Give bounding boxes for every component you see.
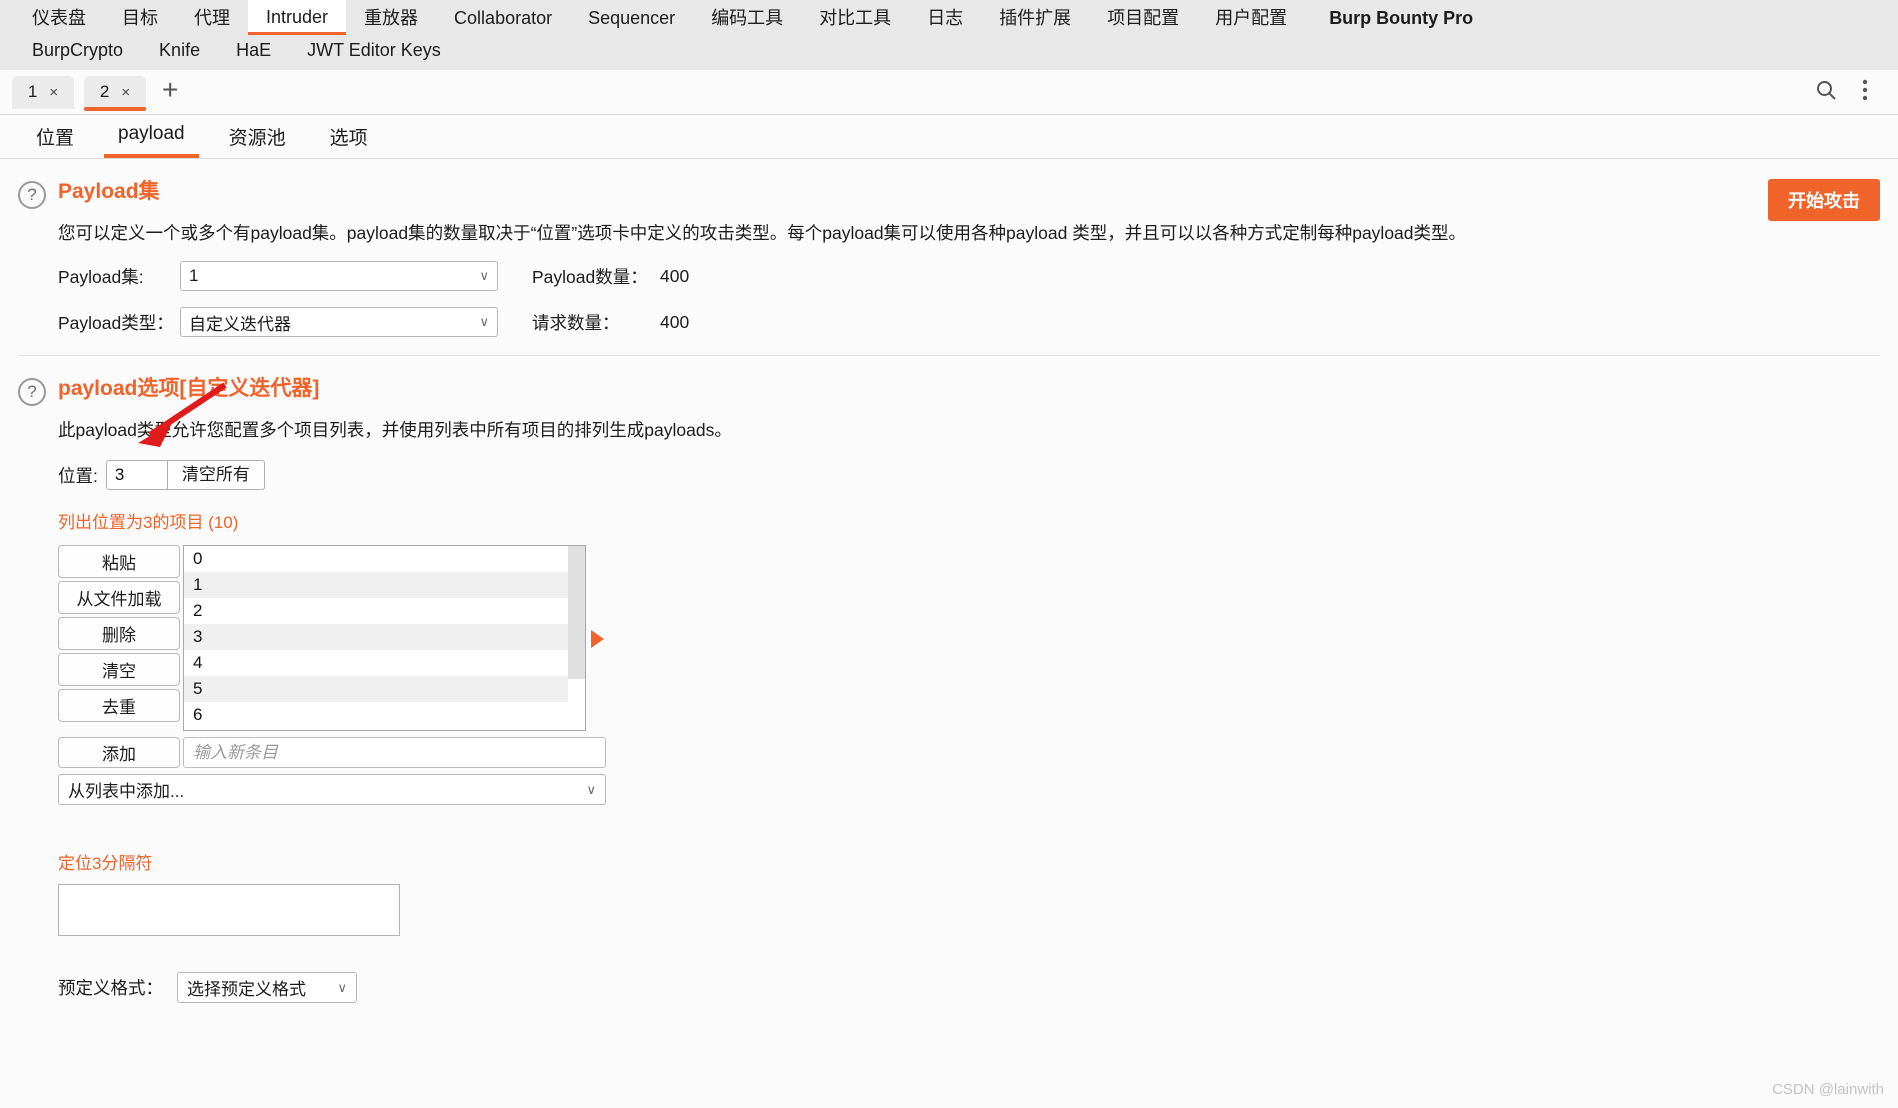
list-item[interactable]: 5 — [184, 676, 585, 702]
payload-set-row: Payload集: 1 ∨ Payload数量： 400 — [58, 261, 1898, 291]
menu-item-proxy[interactable]: 代理 — [176, 0, 248, 29]
payload-set-value: 1 — [189, 266, 199, 285]
add-from-list-label: 从列表中添加... — [68, 782, 185, 801]
payload-options-section: ? payload选项[自定义迭代器] 此payload类型允许您配置多个项目列… — [0, 356, 1898, 1009]
list-action-buttons: 粘贴 从文件加载 删除 清空 去重 — [58, 545, 180, 731]
close-icon[interactable]: × — [49, 84, 58, 101]
menu-item-jwt-editor-keys[interactable]: JWT Editor Keys — [289, 35, 459, 61]
list-vertical-scrollbar[interactable] — [568, 546, 585, 730]
attack-tab-2-label: 2 — [99, 82, 110, 101]
predefined-format-value: 选择预定义格式 — [187, 980, 306, 999]
separator-label: 定位3分隔符 — [58, 854, 153, 873]
request-count-value: 400 — [660, 311, 690, 332]
menu-item-knife[interactable]: Knife — [141, 35, 218, 61]
payload-set-select[interactable]: 1 ∨ — [180, 261, 498, 291]
menu-item-user-settings[interactable]: 用户配置 — [1197, 0, 1305, 29]
kebab-menu-icon[interactable] — [1850, 79, 1880, 106]
attack-tab-2[interactable]: 2 × — [84, 75, 146, 111]
payload-count-label: Payload数量： — [532, 266, 648, 287]
scrollbar-thumb[interactable] — [568, 546, 585, 679]
sub-tab-settings[interactable]: 选项 — [308, 115, 390, 158]
predefined-format-select[interactable]: 选择预定义格式 ∨ — [177, 972, 357, 1003]
main-menu-row-1: 仪表盘 目标 代理 Intruder 重放器 Collaborator Sequ… — [14, 0, 1898, 35]
load-from-file-button[interactable]: 从文件加载 — [58, 581, 180, 614]
menu-item-logger[interactable]: 日志 — [909, 0, 981, 29]
list-caption: 列出位置为3的项目 (10) — [58, 513, 239, 532]
attack-tab-1-label: 1 — [27, 82, 38, 101]
intruder-sub-tabs: 位置 payload 资源池 选项 — [0, 115, 1898, 159]
menu-item-dashboard[interactable]: 仪表盘 — [14, 0, 104, 29]
help-icon[interactable]: ? — [18, 378, 46, 406]
menu-item-sequencer[interactable]: Sequencer — [570, 0, 693, 29]
payload-sets-title: Payload集 — [58, 180, 160, 203]
search-icon[interactable] — [1802, 78, 1850, 107]
list-item[interactable]: 3 — [184, 624, 585, 650]
list-item[interactable]: 4 — [184, 650, 585, 676]
position-label: 位置: — [58, 465, 98, 486]
deduplicate-button[interactable]: 去重 — [58, 689, 180, 722]
sub-tab-positions[interactable]: 位置 — [14, 115, 96, 158]
menu-item-burpcrypto[interactable]: BurpCrypto — [14, 35, 141, 61]
position-row: 位置: 3 清空所有 — [58, 460, 1898, 490]
payload-type-value: 自定义迭代器 — [189, 314, 291, 334]
separator-textarea[interactable] — [58, 884, 400, 936]
request-count-label: 请求数量： — [532, 312, 620, 333]
menu-item-repeater[interactable]: 重放器 — [346, 0, 436, 29]
sub-tab-payload[interactable]: payload — [96, 115, 207, 158]
new-item-input[interactable]: 输入新条目 — [183, 737, 606, 768]
chevron-down-icon: ∨ — [479, 268, 489, 283]
attack-tab-bar: 1 × 2 × + — [0, 70, 1898, 115]
payload-count-value: 400 — [660, 265, 690, 286]
help-icon[interactable]: ? — [18, 181, 46, 209]
position-input[interactable]: 3 — [105, 460, 168, 490]
list-item[interactable]: 1 — [184, 572, 585, 598]
list-item[interactable]: 6 — [184, 702, 585, 728]
menu-item-intruder[interactable]: Intruder — [248, 0, 347, 35]
main-menu-row-2: BurpCrypto Knife HaE JWT Editor Keys — [14, 35, 1898, 70]
main-menu-bar: 仪表盘 目标 代理 Intruder 重放器 Collaborator Sequ… — [0, 0, 1898, 70]
payload-options-title: payload选项[自定义迭代器] — [58, 377, 320, 400]
watermark: CSDN @lainwith — [1772, 1081, 1884, 1098]
chevron-down-icon: ∨ — [337, 979, 347, 995]
add-item-row: 添加 输入新条目 — [58, 737, 1898, 768]
add-button[interactable]: 添加 — [58, 737, 180, 768]
chevron-down-icon: ∨ — [586, 781, 596, 797]
payload-options-description: 此payload类型允许您配置多个项目列表，并使用列表中所有项目的排列生成pay… — [58, 420, 732, 440]
add-from-list-select[interactable]: 从列表中添加... ∨ — [58, 774, 606, 805]
payload-sets-description: 您可以定义一个或多个有payload集。payload集的数量取决于“位置”选项… — [58, 223, 1467, 243]
payload-type-select[interactable]: 自定义迭代器 ∨ — [180, 307, 498, 337]
sub-tab-resource-pool[interactable]: 资源池 — [207, 115, 308, 158]
clear-button[interactable]: 清空 — [58, 653, 180, 686]
menu-item-extensions[interactable]: 插件扩展 — [981, 0, 1089, 29]
triangle-right-marker-icon — [591, 630, 604, 648]
list-item[interactable]: 2 — [184, 598, 585, 624]
menu-item-collaborator[interactable]: Collaborator — [436, 0, 570, 29]
close-icon[interactable]: × — [121, 84, 130, 101]
predefined-format-label: 预定义格式： — [58, 978, 163, 998]
clear-all-button[interactable]: 清空所有 — [167, 460, 265, 490]
payload-type-label: Payload类型： — [58, 312, 174, 333]
new-tab-button[interactable]: + — [156, 76, 188, 108]
menu-item-decoder[interactable]: 编码工具 — [693, 0, 801, 29]
burp-suite-window: 仪表盘 目标 代理 Intruder 重放器 Collaborator Sequ… — [0, 0, 1898, 1108]
menu-item-hae[interactable]: HaE — [218, 35, 289, 61]
payload-item-list[interactable]: 0 1 2 3 4 5 6 — [183, 545, 586, 731]
remove-button[interactable]: 删除 — [58, 617, 180, 650]
predefined-format-row: 预定义格式： 选择预定义格式 ∨ — [58, 972, 1898, 1003]
menu-item-project-settings[interactable]: 项目配置 — [1089, 0, 1197, 29]
item-list-area: 粘贴 从文件加载 删除 清空 去重 0 1 2 3 4 5 6 — [58, 545, 1898, 731]
payload-sets-section: ? Payload集 您可以定义一个或多个有payload集。payload集的… — [0, 159, 1898, 343]
menu-item-burp-bounty-pro[interactable]: Burp Bounty Pro — [1305, 0, 1491, 29]
attack-tab-1[interactable]: 1 × — [12, 75, 74, 109]
start-attack-button[interactable]: 开始攻击 — [1768, 179, 1880, 221]
list-item[interactable]: 0 — [184, 546, 585, 572]
tab-bar-actions — [1802, 78, 1898, 107]
menu-item-target[interactable]: 目标 — [104, 0, 176, 29]
menu-item-comparer[interactable]: 对比工具 — [801, 0, 909, 29]
paste-button[interactable]: 粘贴 — [58, 545, 180, 578]
chevron-down-icon: ∨ — [479, 314, 489, 329]
payload-set-label: Payload集: — [58, 266, 144, 287]
payload-type-row: Payload类型： 自定义迭代器 ∨ 请求数量： 400 — [58, 307, 1898, 337]
